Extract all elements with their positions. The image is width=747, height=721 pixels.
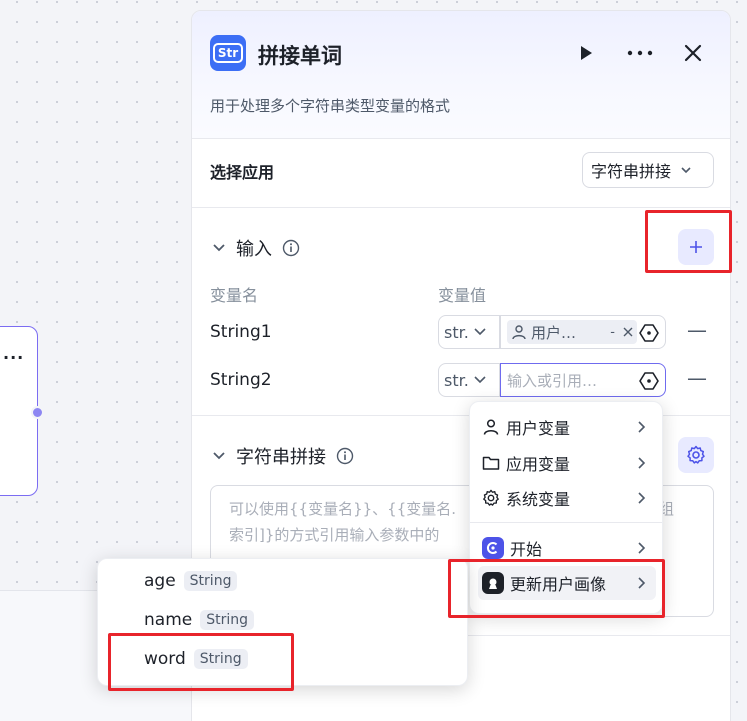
variable-value-input[interactable]: 输入或引用… xyxy=(500,363,666,397)
node-output-submenu: age String name String word String xyxy=(97,558,468,686)
chevron-right-icon xyxy=(638,421,646,433)
reference-variable-icon[interactable] xyxy=(639,323,659,343)
menu-item-update-profile-node[interactable]: 更新用户画像 xyxy=(478,566,656,600)
select-app-value: 字符串拼接 xyxy=(591,162,672,181)
canvas-node[interactable]: ··· xyxy=(0,326,44,496)
remove-chip-icon[interactable] xyxy=(623,327,633,337)
update-profile-node-icon xyxy=(482,572,504,594)
node-more-icon[interactable]: ··· xyxy=(3,350,24,366)
type-badge: String xyxy=(200,610,254,630)
more-icon xyxy=(627,50,653,56)
menu-separator xyxy=(470,522,662,523)
menu-item-user-variables[interactable]: 用户变量 xyxy=(478,410,656,444)
reference-variable-icon[interactable] xyxy=(639,371,659,391)
type-select[interactable]: str. xyxy=(438,363,500,397)
close-button[interactable] xyxy=(679,39,707,67)
menu-item-system-variables[interactable]: 系统变量 xyxy=(478,481,656,515)
variable-name[interactable]: String2 xyxy=(210,370,272,390)
chevron-down-icon xyxy=(681,167,691,174)
column-header-value: 变量值 xyxy=(438,286,487,305)
variable-name[interactable]: String1 xyxy=(210,322,272,342)
chevron-right-icon xyxy=(638,492,646,504)
type-badge: String xyxy=(193,649,248,669)
submenu-item-name[interactable]: name String xyxy=(144,610,254,630)
run-button[interactable] xyxy=(572,39,600,67)
user-icon xyxy=(483,419,499,435)
chevron-down-icon[interactable] xyxy=(212,449,226,463)
select-app-dropdown[interactable]: 字符串拼接 xyxy=(582,152,714,188)
gear-icon xyxy=(687,445,705,464)
panel-description: 用于处理多个字符串类型变量的格式 xyxy=(210,97,451,115)
chevron-down-icon xyxy=(474,328,486,336)
info-icon[interactable] xyxy=(336,447,354,465)
divider xyxy=(192,207,730,208)
column-header-name: 变量名 xyxy=(210,286,259,305)
variable-reference-menu: 用户变量 应用变量 系统变量 开始 更新用户画像 xyxy=(469,401,663,614)
variable-reference-chip[interactable]: 用户… - xyxy=(507,320,637,344)
type-select[interactable]: str. xyxy=(438,315,500,349)
start-node-icon xyxy=(482,537,504,559)
chevron-right-icon xyxy=(638,577,646,589)
folder-icon xyxy=(482,456,500,470)
type-badge: String xyxy=(183,571,238,591)
panel-title[interactable]: 拼接单词 xyxy=(258,40,342,70)
input-section-header[interactable]: 输入 xyxy=(212,235,300,261)
plus-icon xyxy=(690,241,702,253)
concat-section-title: 字符串拼接 xyxy=(236,447,326,468)
more-button[interactable] xyxy=(626,39,654,67)
input-section-title: 输入 xyxy=(236,239,272,260)
chevron-down-icon xyxy=(474,376,486,384)
submenu-item-word[interactable]: word String xyxy=(144,649,248,669)
panel-header xyxy=(192,11,730,139)
info-icon[interactable] xyxy=(282,239,300,257)
user-icon xyxy=(512,325,526,340)
remove-row-button[interactable]: — xyxy=(687,318,707,342)
gear-icon xyxy=(483,489,499,506)
submenu-item-age[interactable]: age String xyxy=(144,571,238,591)
chevron-right-icon xyxy=(638,542,646,554)
play-icon xyxy=(581,46,592,60)
add-input-button[interactable] xyxy=(678,229,714,265)
close-icon xyxy=(684,44,702,62)
concat-section-header[interactable]: 字符串拼接 xyxy=(212,443,354,469)
node-output-port[interactable] xyxy=(31,406,44,419)
string-node-icon: Str xyxy=(210,35,246,71)
menu-item-app-variables[interactable]: 应用变量 xyxy=(478,446,656,480)
select-app-label: 选择应用 xyxy=(210,163,275,182)
chevron-right-icon xyxy=(638,457,646,469)
variable-value-input[interactable]: 用户… - xyxy=(500,315,666,349)
remove-row-button[interactable]: — xyxy=(687,366,707,390)
concat-settings-button[interactable] xyxy=(678,437,714,473)
chevron-down-icon[interactable] xyxy=(212,241,226,255)
menu-item-start-node[interactable]: 开始 xyxy=(478,531,656,565)
